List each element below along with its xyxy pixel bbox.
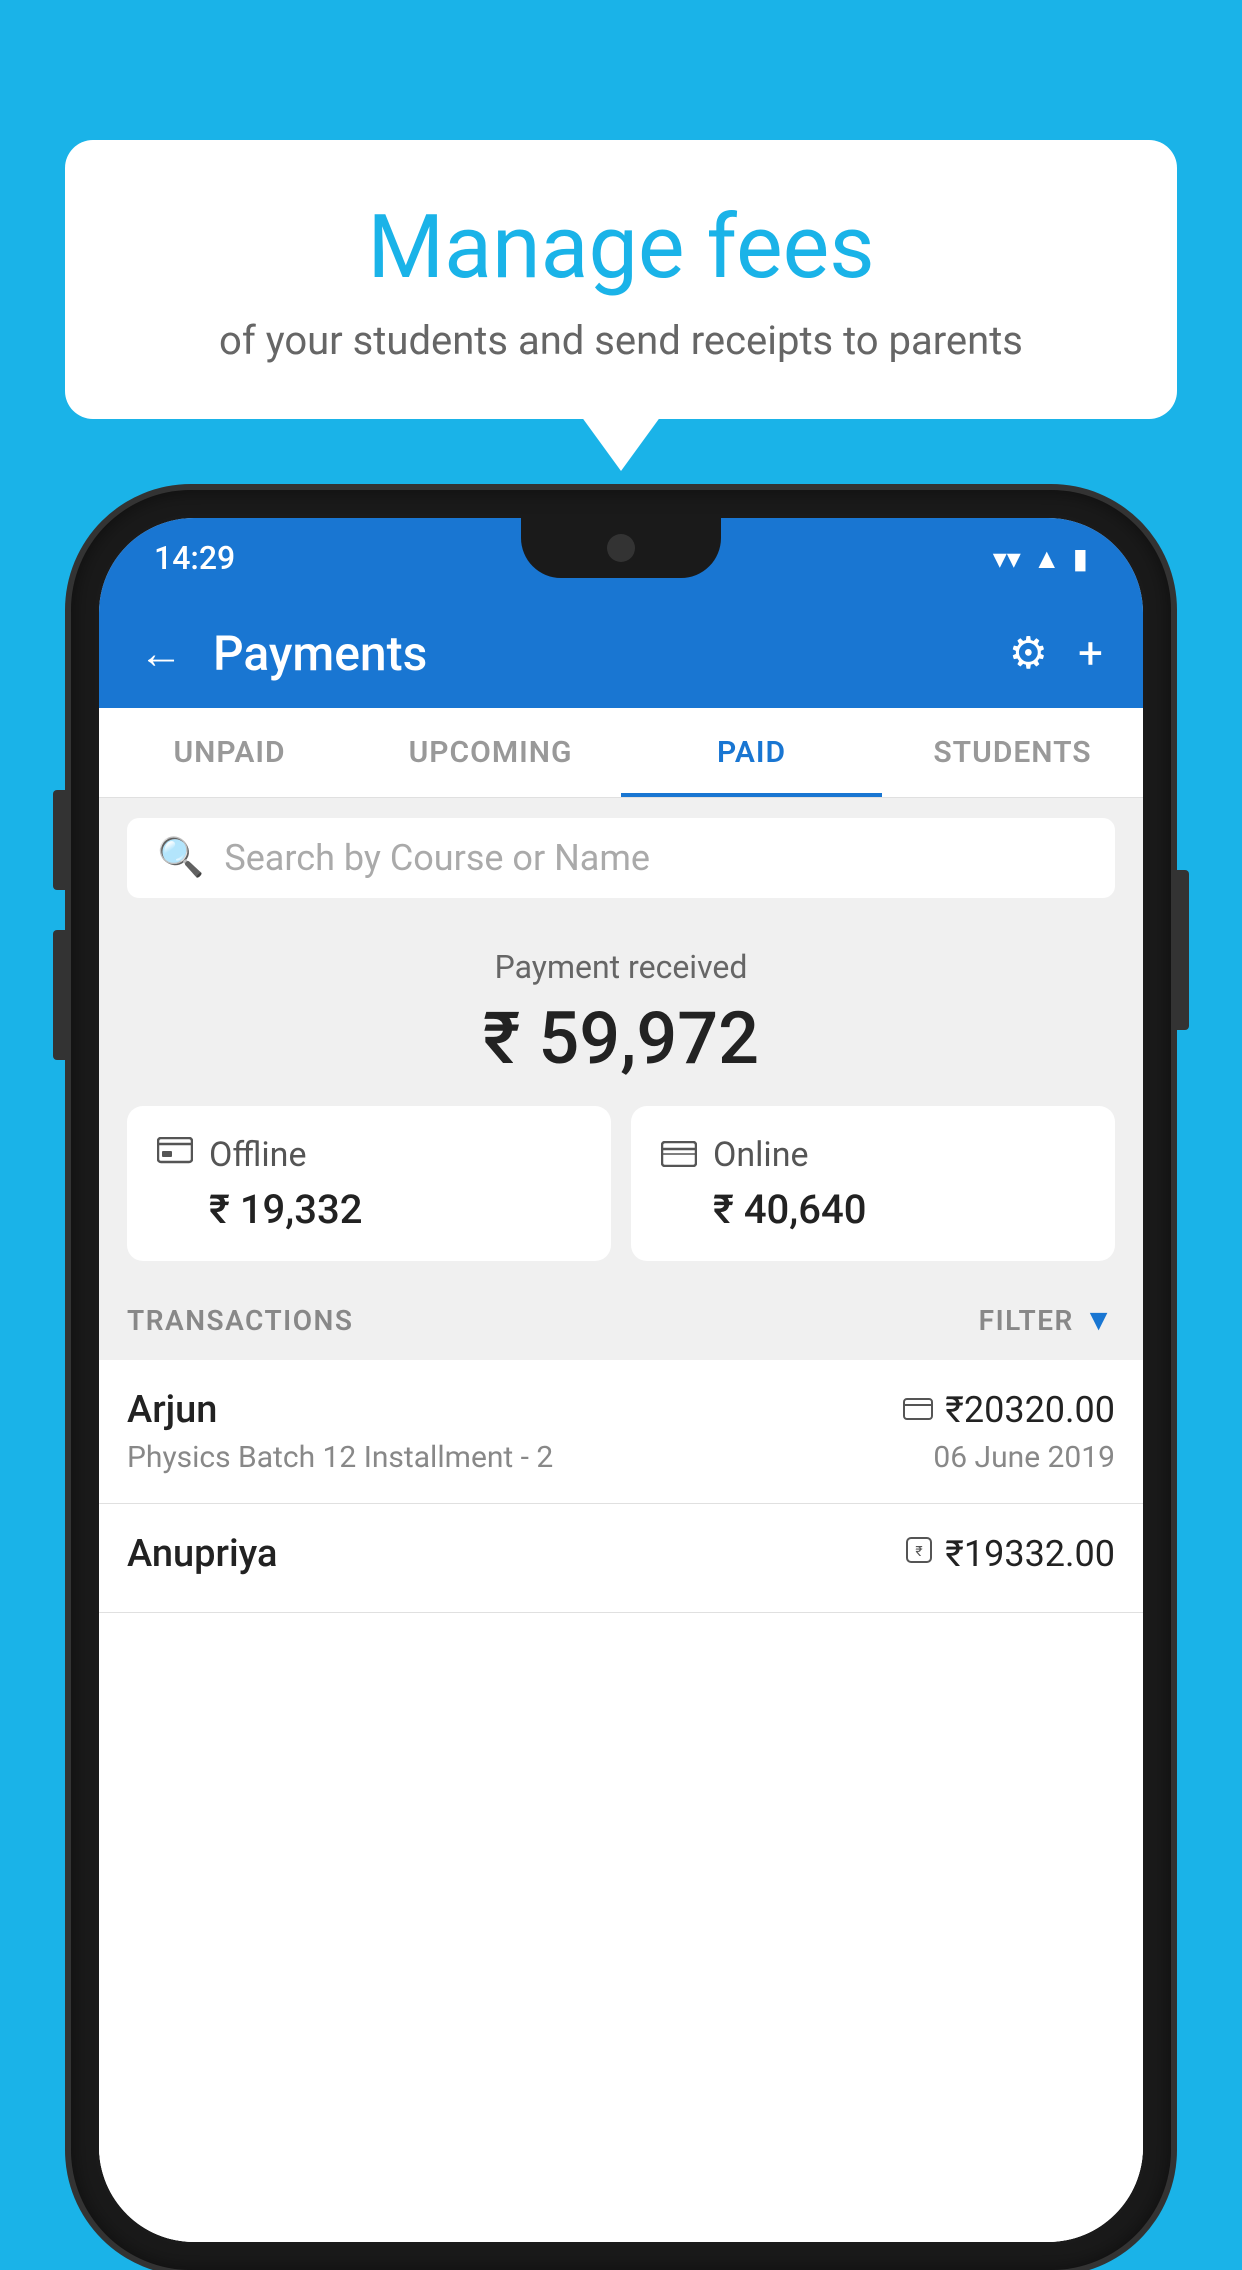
transaction-name: Anupriya xyxy=(127,1532,277,1576)
transaction-list: Arjun ₹20320.00 xyxy=(99,1360,1143,2242)
filter-label: FILTER xyxy=(979,1304,1074,1337)
transaction-date: 06 June 2019 xyxy=(933,1440,1115,1475)
search-input[interactable]: Search by Course or Name xyxy=(224,837,650,879)
offline-amount: ₹ 19,332 xyxy=(157,1186,581,1233)
filter-button[interactable]: FILTER ▼ xyxy=(979,1303,1115,1338)
back-button[interactable]: ← xyxy=(139,627,183,679)
side-button-right xyxy=(1177,870,1189,1030)
wifi-icon: ▾▾ xyxy=(993,542,1021,575)
app-bar: ← Payments ⚙ + xyxy=(99,598,1143,708)
content-area: 🔍 Search by Course or Name Payment recei… xyxy=(99,798,1143,2242)
tab-students[interactable]: STUDENTS xyxy=(882,708,1143,797)
app-bar-title: Payments xyxy=(213,625,1009,682)
speech-bubble: Manage fees of your students and send re… xyxy=(65,140,1177,419)
signal-icon: ▲ xyxy=(1033,542,1061,575)
transaction-amount: ₹19332.00 xyxy=(945,1533,1115,1575)
transaction-payment-icon xyxy=(903,1393,933,1428)
online-amount: ₹ 40,640 xyxy=(661,1186,1085,1233)
tab-upcoming[interactable]: UPCOMING xyxy=(360,708,621,797)
search-bar[interactable]: 🔍 Search by Course or Name xyxy=(127,818,1115,898)
search-container: 🔍 Search by Course or Name xyxy=(99,798,1143,918)
online-icon xyxy=(661,1134,697,1176)
manage-fees-subtitle: of your students and send receipts to pa… xyxy=(125,317,1117,364)
transactions-header: TRANSACTIONS FILTER ▼ xyxy=(99,1281,1143,1360)
offline-icon xyxy=(157,1134,193,1176)
offline-card-header: Offline xyxy=(157,1134,581,1176)
battery-icon: ▮ xyxy=(1073,542,1088,575)
transaction-item[interactable]: Anupriya ₹ ₹19332.00 xyxy=(99,1504,1143,1613)
camera xyxy=(607,534,635,562)
side-button-left xyxy=(53,790,65,890)
phone-frame: 14:29 ▾▾ ▲ ▮ ← Payments ⚙ + UNPAID xyxy=(71,490,1171,2270)
transaction-row-top: Arjun ₹20320.00 xyxy=(127,1388,1115,1432)
online-card-header: Online xyxy=(661,1134,1085,1176)
tab-paid[interactable]: PAID xyxy=(621,708,882,797)
online-payment-card: Online ₹ 40,640 xyxy=(631,1106,1115,1261)
transaction-amount: ₹20320.00 xyxy=(945,1389,1115,1431)
manage-fees-title: Manage fees xyxy=(125,200,1117,297)
tabs-bar: UNPAID UPCOMING PAID STUDENTS xyxy=(99,708,1143,798)
transactions-label: TRANSACTIONS xyxy=(127,1304,353,1337)
filter-icon: ▼ xyxy=(1084,1303,1115,1338)
payment-cards: Offline ₹ 19,332 xyxy=(127,1106,1115,1261)
transaction-row-top: Anupriya ₹ ₹19332.00 xyxy=(127,1532,1115,1576)
transaction-amount-container: ₹20320.00 xyxy=(903,1389,1115,1431)
payment-summary: Payment received ₹ 59,972 xyxy=(99,918,1143,1281)
transaction-course: Physics Batch 12 Installment - 2 xyxy=(127,1440,553,1475)
transaction-row-bottom: Physics Batch 12 Installment - 2 06 June… xyxy=(127,1440,1115,1475)
online-type: Online xyxy=(713,1135,809,1175)
tab-unpaid[interactable]: UNPAID xyxy=(99,708,360,797)
payment-received-label: Payment received xyxy=(127,948,1115,986)
payment-total-amount: ₹ 59,972 xyxy=(127,996,1115,1081)
search-icon: 🔍 xyxy=(157,836,204,880)
status-icons: ▾▾ ▲ ▮ xyxy=(993,542,1088,575)
status-time: 14:29 xyxy=(154,539,235,577)
svg-text:₹: ₹ xyxy=(916,1544,923,1560)
transaction-item[interactable]: Arjun ₹20320.00 xyxy=(99,1360,1143,1504)
transaction-amount-container: ₹ ₹19332.00 xyxy=(905,1533,1115,1575)
side-button-left2 xyxy=(53,930,65,1060)
phone-notch xyxy=(521,518,721,578)
transaction-payment-icon: ₹ xyxy=(905,1536,933,1572)
offline-type: Offline xyxy=(209,1135,306,1175)
offline-payment-card: Offline ₹ 19,332 xyxy=(127,1106,611,1261)
phone-screen: 14:29 ▾▾ ▲ ▮ ← Payments ⚙ + UNPAID xyxy=(99,518,1143,2242)
app-bar-actions: ⚙ + xyxy=(1009,627,1103,679)
transaction-name: Arjun xyxy=(127,1388,217,1432)
phone-outer: 14:29 ▾▾ ▲ ▮ ← Payments ⚙ + UNPAID xyxy=(71,490,1171,2270)
speech-bubble-container: Manage fees of your students and send re… xyxy=(65,140,1177,419)
plus-icon[interactable]: + xyxy=(1078,627,1103,679)
gear-icon[interactable]: ⚙ xyxy=(1009,627,1048,679)
